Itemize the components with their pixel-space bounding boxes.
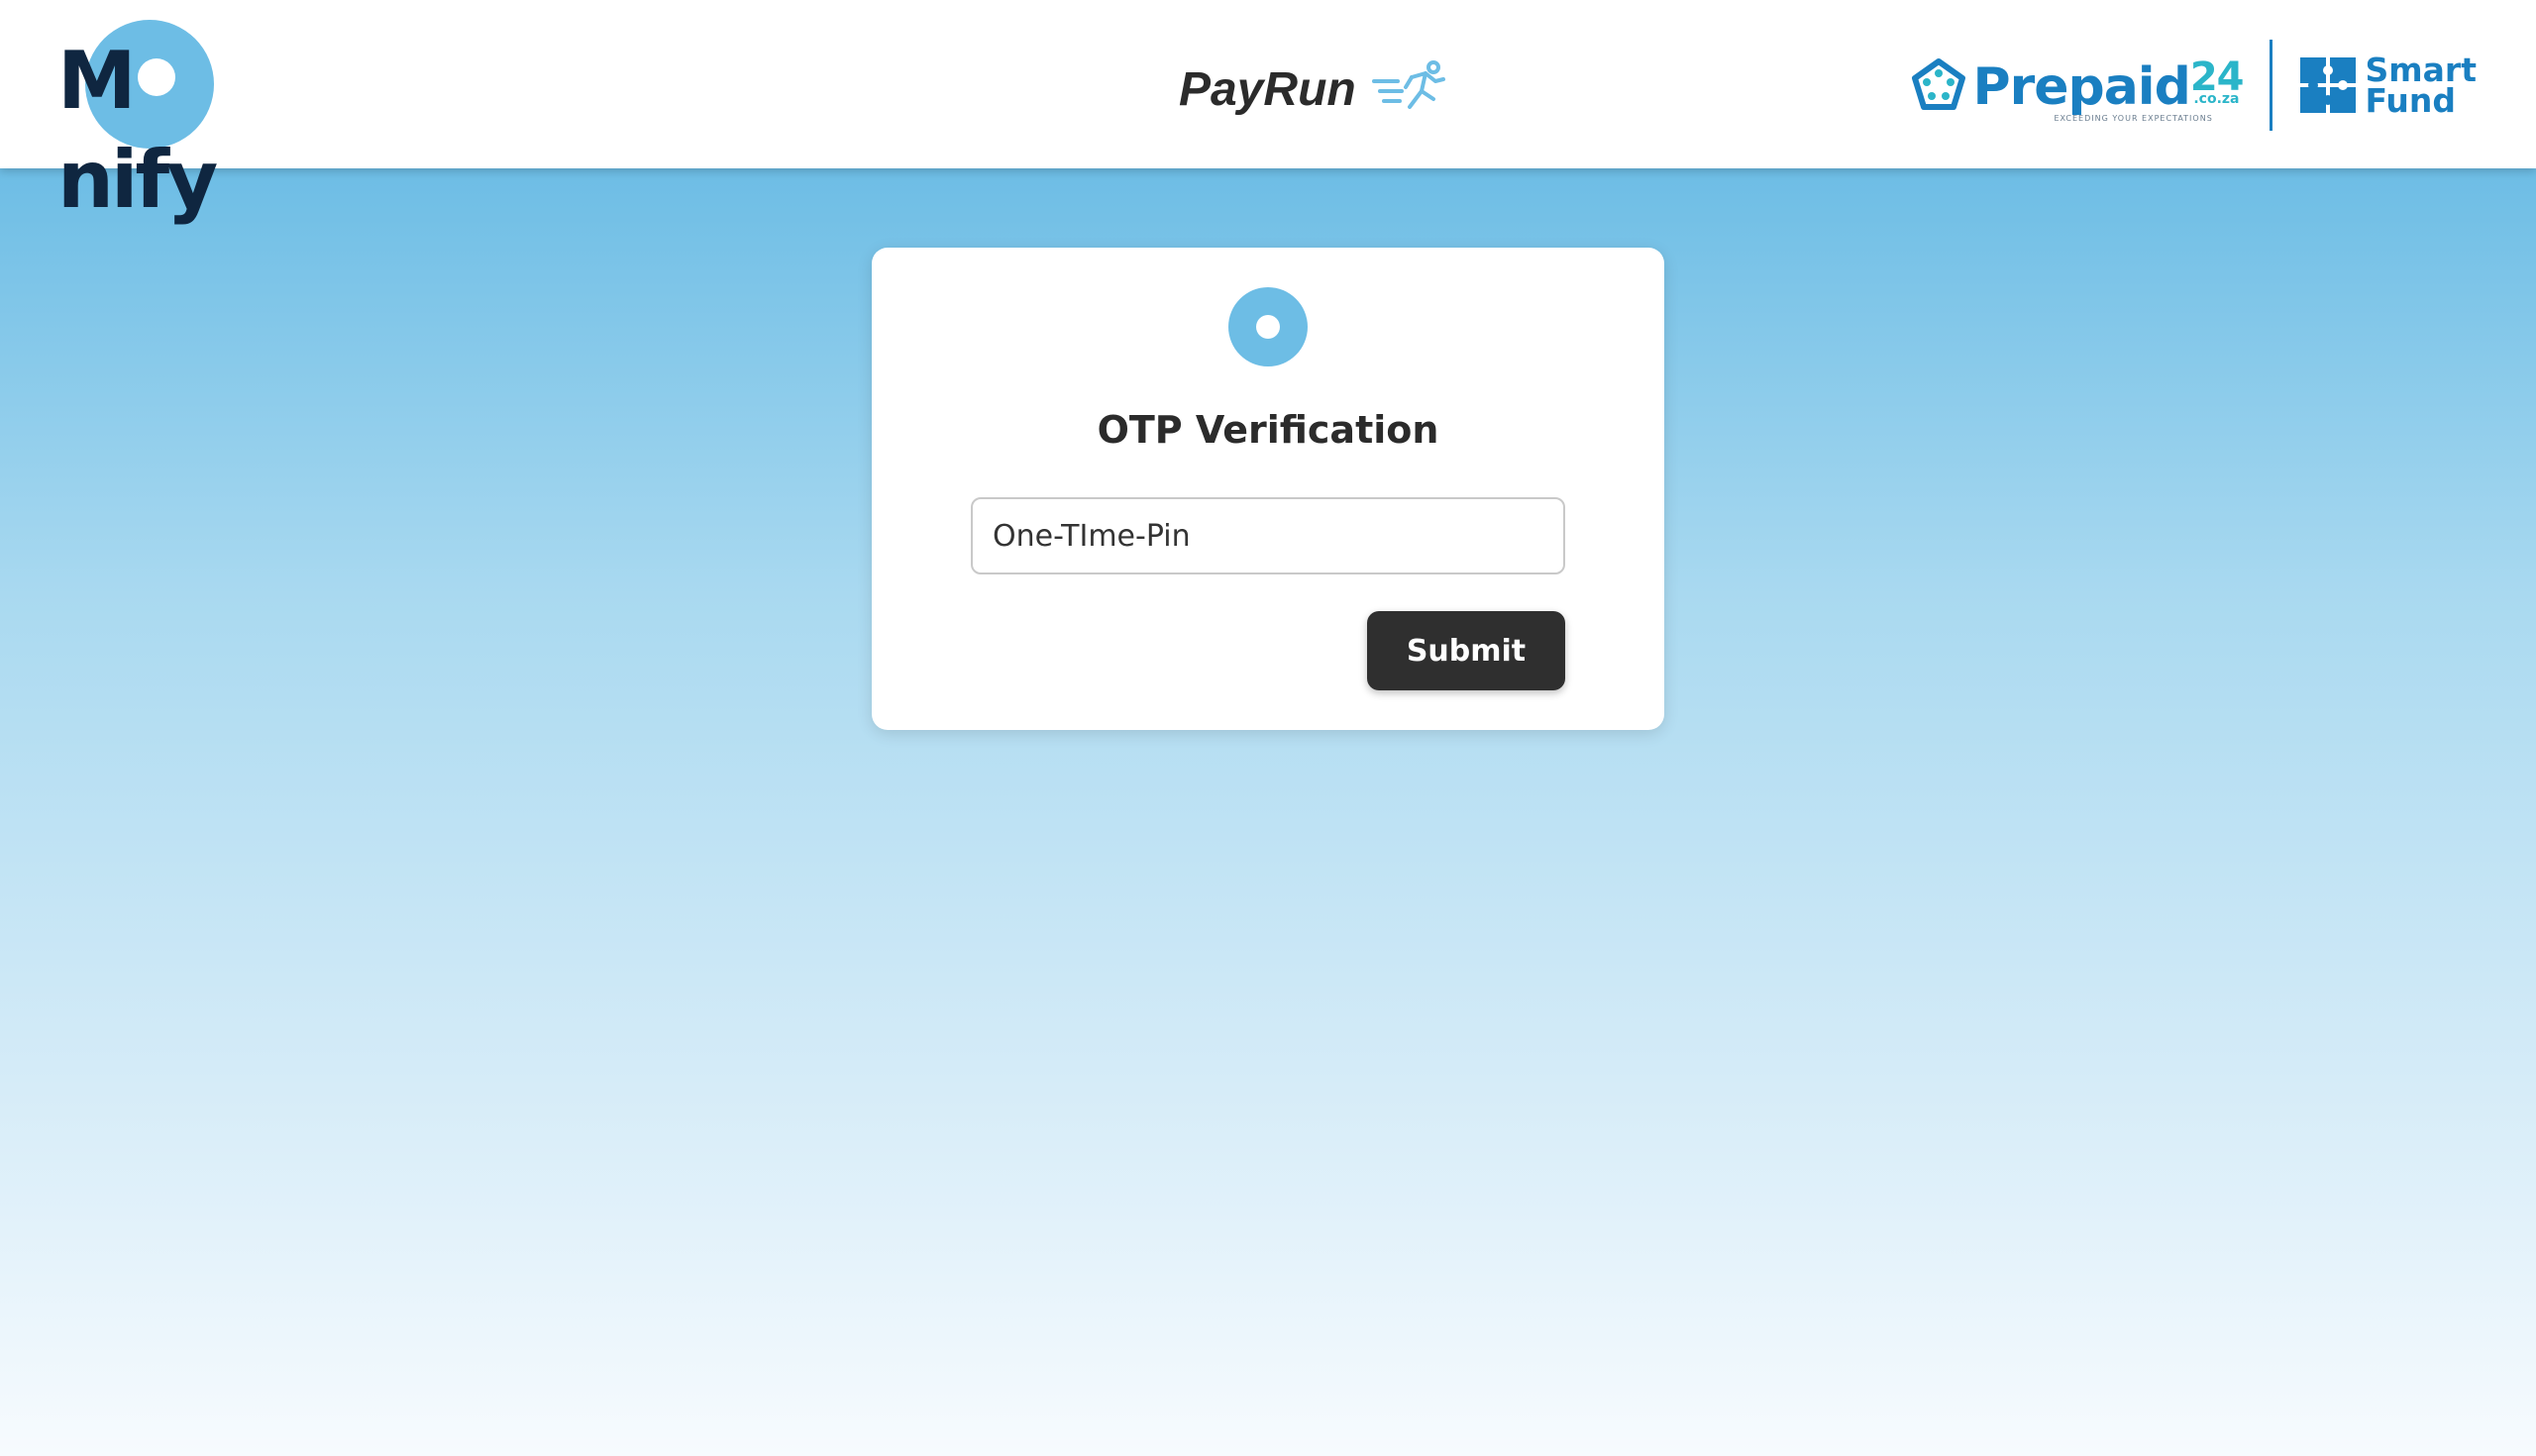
monify-circle-hole bbox=[1256, 315, 1280, 339]
payrun-title: PayRun bbox=[1179, 62, 1356, 116]
prepaid-suffix: .co.za bbox=[2193, 90, 2240, 107]
monify-logo[interactable]: Mnify bbox=[55, 18, 303, 226]
submit-button[interactable]: Submit bbox=[1367, 611, 1565, 690]
monify-circle-icon bbox=[1228, 287, 1308, 366]
runner-icon bbox=[1371, 60, 1445, 109]
partner-logos: Prepaid24 .co.za EXCEEDING YOUR EXPECTAT… bbox=[1911, 40, 2477, 131]
monify-logo-text: Mnify bbox=[57, 35, 218, 226]
smartfund-line2: Fund bbox=[2365, 81, 2457, 120]
prepaid-tagline: EXCEEDING YOUR EXPECTATIONS bbox=[2054, 113, 2213, 123]
top-header: Mnify PayRun Prepaid24 .co.za EXCEEDING … bbox=[0, 0, 2536, 226]
payrun-brand: PayRun bbox=[1179, 50, 1447, 129]
otp-title: OTP Verification bbox=[1097, 408, 1439, 452]
partner-divider bbox=[2269, 40, 2272, 131]
otp-card: OTP Verification Submit bbox=[872, 248, 1664, 730]
smartfund-text: Smart Fund bbox=[2365, 53, 2477, 120]
otp-input[interactable] bbox=[971, 497, 1565, 574]
prepaid-name: Prepaid bbox=[1972, 56, 2190, 117]
puzzle-icon bbox=[2299, 57, 2356, 113]
smartfund-logo[interactable]: Smart Fund bbox=[2298, 53, 2477, 120]
prepaid24-logo[interactable]: Prepaid24 .co.za EXCEEDING YOUR EXPECTAT… bbox=[1911, 54, 2245, 123]
pentagon-logo-icon bbox=[1912, 58, 1966, 110]
